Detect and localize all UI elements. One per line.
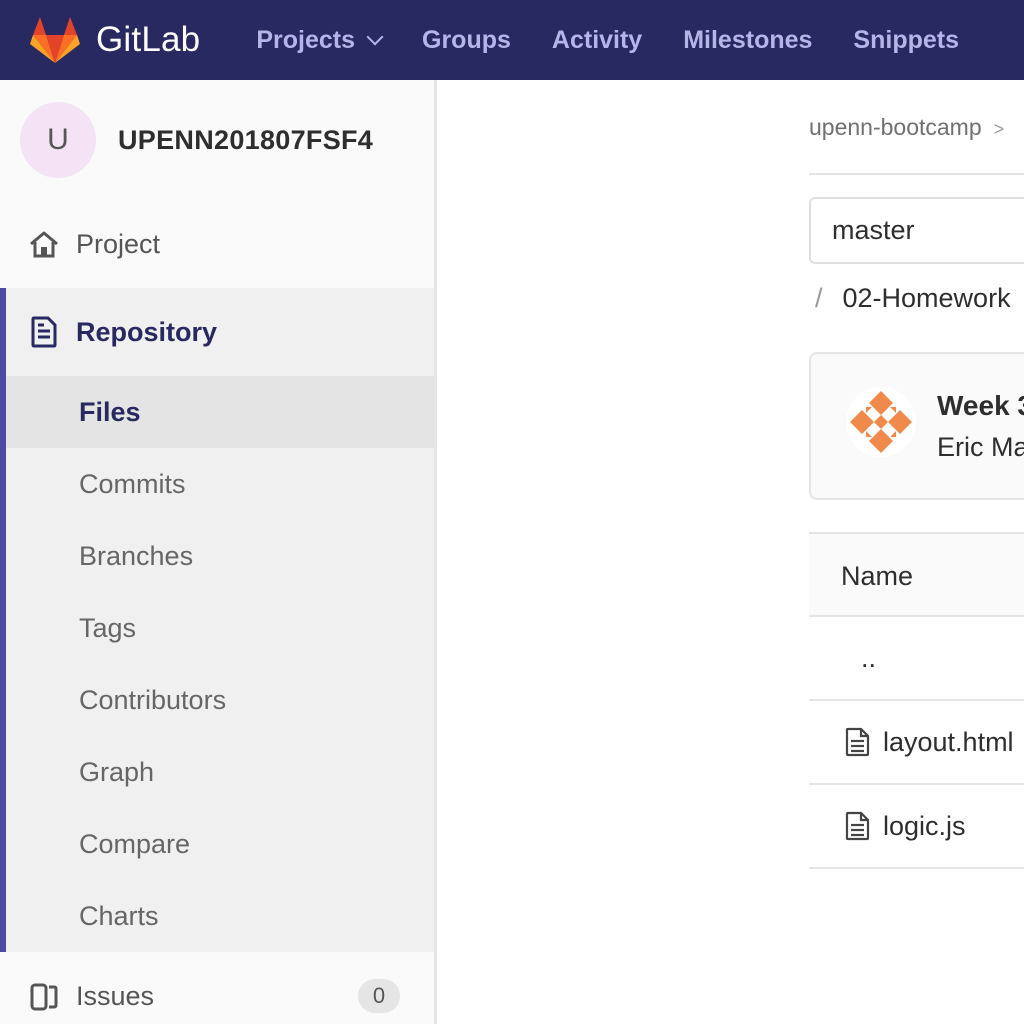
nav-groups[interactable]: Groups — [422, 26, 511, 55]
table-row-parent-dir[interactable]: .. — [809, 617, 1024, 701]
file-icon — [845, 727, 870, 757]
sidebar-item-repository[interactable]: Repository — [6, 288, 434, 376]
nav-milestones[interactable]: Milestones — [683, 26, 812, 55]
breadcrumb-group-link[interactable]: upenn-bootcamp — [809, 114, 982, 140]
project-name: UPENN201807FSF4 — [118, 124, 374, 155]
breadcrumb-divider — [809, 173, 1024, 175]
path-folder-link[interactable]: 02-Homework — [843, 283, 1011, 313]
home-icon — [28, 228, 60, 260]
issues-icon — [28, 980, 60, 1012]
sidebar-item-project[interactable]: Project — [0, 200, 434, 288]
top-navbar: GitLab Projects Groups Activity Mileston… — [0, 0, 1024, 80]
sidebar-subitem-charts[interactable]: Charts — [6, 880, 434, 952]
identicon-icon — [846, 387, 916, 457]
sidebar-subitem-commits[interactable]: Commits — [6, 448, 434, 520]
sidebar-subitem-graph[interactable]: Graph — [6, 736, 434, 808]
main-content: upenn-bootcamp > master / 02-Homework Wee… — [440, 80, 1024, 1024]
path-separator: / — [815, 283, 823, 313]
sidebar-item-label: Project — [76, 228, 161, 259]
breadcrumb: upenn-bootcamp > — [809, 114, 1004, 141]
commit-title-link[interactable]: Week 3 — [937, 390, 1024, 422]
sidebar-item-label: Repository — [76, 316, 218, 347]
table-header-name: Name — [809, 532, 1024, 617]
file-name-link: logic.js — [883, 810, 966, 841]
sidebar-subitem-compare[interactable]: Compare — [6, 808, 434, 880]
sidebar-subitem-tags[interactable]: Tags — [6, 592, 434, 664]
issues-count-badge: 0 — [358, 979, 400, 1013]
sidebar-subitem-files[interactable]: Files — [6, 376, 434, 448]
document-icon — [28, 316, 60, 348]
project-sidebar: U UPENN201807FSF4 Project Repository Fil… — [0, 80, 437, 1024]
sidebar-subitem-branches[interactable]: Branches — [6, 520, 434, 592]
file-table: Name .. layout.html logic.js — [809, 532, 1024, 869]
brand-name: GitLab — [96, 20, 201, 59]
file-name-link: layout.html — [883, 726, 1014, 757]
sidebar-item-label: Issues — [76, 980, 155, 1011]
sidebar-item-issues[interactable]: Issues 0 — [0, 952, 434, 1024]
last-commit-box: Week 3 Eric Ma — [809, 352, 1024, 500]
project-avatar: U — [20, 102, 96, 178]
commit-author-name[interactable]: Eric Ma — [937, 432, 1024, 463]
gitlab-home-link[interactable]: GitLab — [30, 0, 200, 80]
sidebar-subitem-contributors[interactable]: Contributors — [6, 664, 434, 736]
gitlab-logo-icon — [30, 17, 80, 63]
chevron-down-icon — [366, 28, 384, 46]
table-row[interactable]: layout.html — [809, 701, 1024, 785]
breadcrumb-separator: > — [993, 119, 1005, 139]
nav-activity[interactable]: Activity — [552, 26, 642, 55]
nav-projects-label: Projects — [256, 25, 355, 54]
commit-author-avatar[interactable] — [846, 387, 916, 457]
nav-projects-dropdown[interactable]: Projects — [256, 25, 384, 55]
table-row[interactable]: logic.js — [809, 785, 1024, 869]
parent-dir-label: .. — [861, 642, 877, 673]
sidebar-repository-section: Repository Files Commits Branches Tags C… — [0, 288, 434, 952]
sidebar-project-header[interactable]: U UPENN201807FSF4 — [0, 80, 434, 200]
file-icon — [845, 811, 870, 841]
nav-links: Projects Groups Activity Milestones Snip… — [256, 0, 1000, 80]
file-path: / 02-Homework — [815, 283, 1011, 314]
branch-selector[interactable]: master — [809, 197, 1024, 264]
nav-snippets[interactable]: Snippets — [853, 26, 959, 55]
